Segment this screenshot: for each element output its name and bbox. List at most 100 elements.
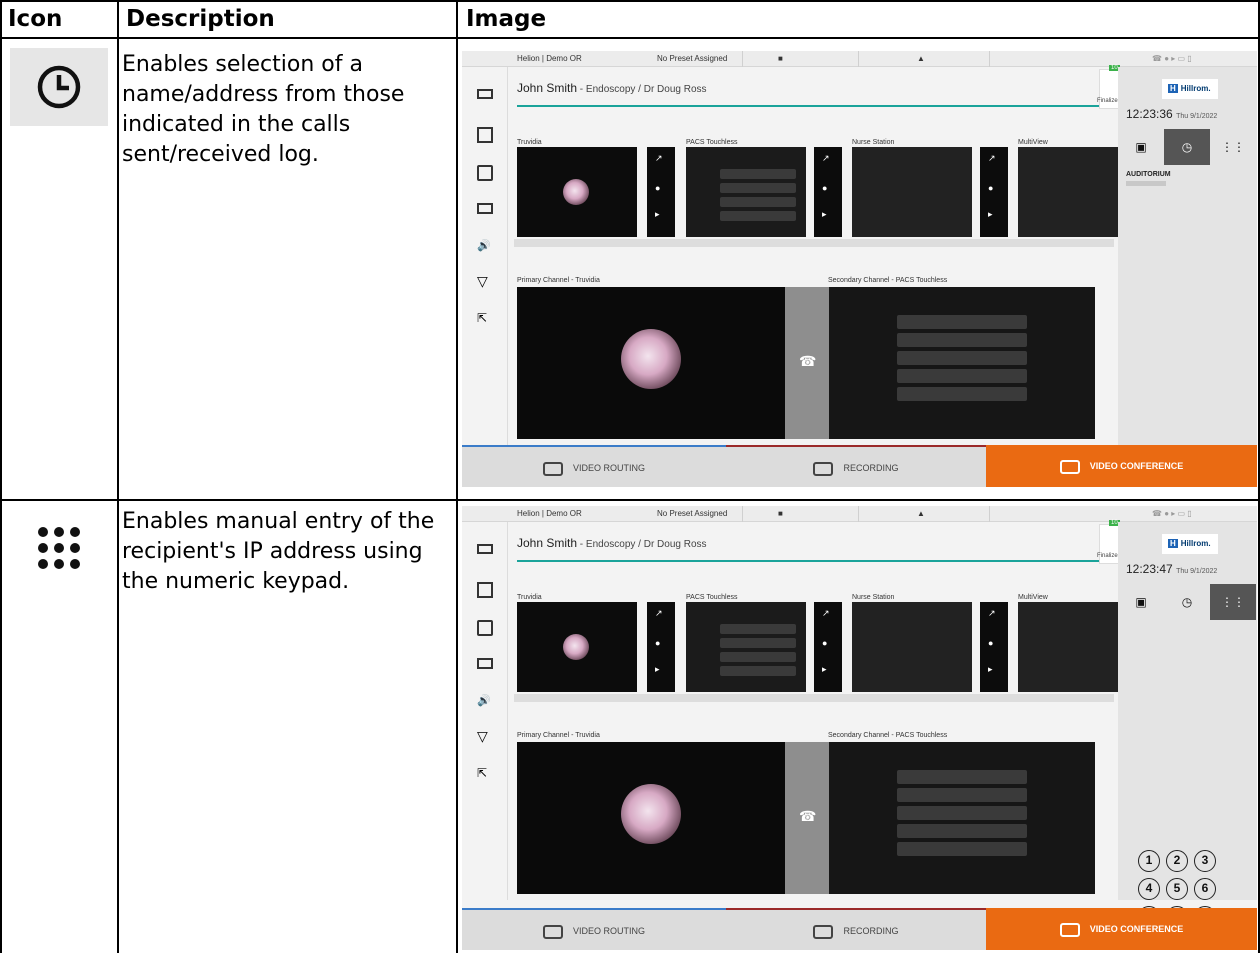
bottom-tab-bar: VIDEO ROUTING RECORDING VIDEO CONFERENCE: [462, 908, 1257, 950]
video-routing-tab[interactable]: VIDEO ROUTING: [462, 445, 726, 487]
call-log-entry[interactable]: AUDITORIUM: [1126, 171, 1171, 178]
key-5[interactable]: 5: [1166, 878, 1188, 900]
patient-header: John Smith - Endoscopy / Dr Doug Ross: [517, 536, 707, 550]
call-log-tab[interactable]: ◷: [1164, 584, 1210, 620]
video-routing-tab[interactable]: VIDEO ROUTING: [462, 908, 726, 950]
screenshot-keypad: Helion | Demo OR No Preset Assigned ■ ▲ …: [462, 506, 1257, 950]
status-icons: ☎ ● ▸ ▭ ▯: [1152, 54, 1192, 63]
recording-tab[interactable]: RECORDING: [726, 908, 986, 950]
primary-channel-view[interactable]: [517, 742, 785, 894]
source-controls[interactable]: ↗ ● ▸: [814, 602, 842, 692]
key-2[interactable]: 2: [1166, 850, 1188, 872]
table-row-divider: [0, 499, 1260, 501]
fullscreen-icon[interactable]: ⇱: [477, 766, 493, 782]
call-divider: ☎: [785, 742, 829, 894]
call-log-tab[interactable]: ◷: [1164, 129, 1210, 165]
checklist-icon[interactable]: [477, 582, 493, 598]
source-thumb[interactable]: [1018, 602, 1118, 692]
checklist-icon[interactable]: [477, 127, 493, 143]
source-controls[interactable]: ↗ ● ▸: [980, 602, 1008, 692]
source-controls[interactable]: ↗ ● ▸: [814, 147, 842, 237]
source-thumb[interactable]: [852, 602, 972, 692]
patient-divider: [517, 560, 1115, 562]
left-toolbar: 🔊 ▽ ⇱: [462, 67, 508, 445]
key-1[interactable]: 1: [1138, 850, 1160, 872]
video-conference-tab[interactable]: VIDEO CONFERENCE: [986, 445, 1257, 487]
speaker-icon[interactable]: 🔊: [477, 694, 493, 710]
source-label: Nurse Station: [852, 594, 895, 601]
source-label: PACS Touchless: [686, 594, 738, 601]
source-label: Truvidia: [517, 594, 542, 601]
secondary-channel-label: Secondary Channel - PACS Touchless: [828, 732, 948, 739]
source-label: Nurse Station: [852, 139, 895, 146]
phone-icon[interactable]: ☎: [799, 353, 816, 370]
source-scroll-strip[interactable]: [514, 694, 1114, 702]
source-controls[interactable]: ↗ ● ▸: [647, 602, 675, 692]
clock-icon: [37, 65, 81, 109]
location-label: Helion | Demo OR: [517, 509, 582, 518]
key-6[interactable]: 6: [1194, 878, 1216, 900]
source-label: MultiView: [1018, 594, 1048, 601]
source-thumb[interactable]: [686, 602, 806, 692]
preset-label: No Preset Assigned: [657, 509, 728, 518]
bottom-tab-bar: VIDEO ROUTING RECORDING VIDEO CONFERENCE: [462, 445, 1257, 487]
conference-panel: H Hillrom. 12:23:36 Thu 9/1/2022 ▣ ◷ ⋮⋮ A…: [1118, 67, 1257, 445]
lighting-icon[interactable]: ▽: [477, 728, 493, 744]
screenshot-call-log: Helion | Demo OR No Preset Assigned ■ ▲ …: [462, 51, 1257, 487]
patient-card-icon[interactable]: [477, 544, 493, 554]
speaker-icon[interactable]: 🔊: [477, 239, 493, 255]
table-header-divider: [0, 37, 1260, 39]
secondary-channel-view[interactable]: [829, 742, 1095, 894]
source-thumb[interactable]: [517, 602, 637, 692]
source-thumb[interactable]: [686, 147, 806, 237]
conference-tabs: ▣ ◷ ⋮⋮: [1118, 129, 1257, 165]
display-icon[interactable]: [477, 658, 493, 669]
source-controls[interactable]: ↗ ● ▸: [980, 147, 1008, 237]
display-icon[interactable]: [477, 203, 493, 214]
primary-channel-label: Primary Channel - Truvidia: [517, 732, 600, 739]
key-3[interactable]: 3: [1194, 850, 1216, 872]
contacts-tab[interactable]: ▣: [1118, 584, 1164, 620]
primary-channel-view[interactable]: [517, 287, 785, 439]
phone-icon[interactable]: ☎: [799, 808, 816, 825]
keypad-dots-icon: [38, 527, 80, 569]
header-icon: Icon: [8, 6, 63, 32]
source-thumb[interactable]: [517, 147, 637, 237]
patient-card-icon[interactable]: [477, 89, 493, 99]
recording-tab[interactable]: RECORDING: [726, 445, 986, 487]
row1-icon-cell: [10, 48, 108, 126]
lighting-icon[interactable]: ▽: [477, 273, 493, 289]
surgeon-icon: ▲: [917, 54, 925, 63]
source-thumb[interactable]: [1018, 147, 1118, 237]
keypad-tab[interactable]: ⋮⋮: [1210, 584, 1256, 620]
status-bar: Helion | Demo OR No Preset Assigned ■ ▲ …: [462, 506, 1257, 522]
keypad-tab[interactable]: ⋮⋮: [1210, 129, 1256, 165]
row2-description: Enables manual entry of the recipient's …: [122, 509, 435, 594]
lock-icon: ■: [778, 54, 783, 63]
source-thumb[interactable]: [852, 147, 972, 237]
preset-label: No Preset Assigned: [657, 54, 728, 63]
status-icons: ☎ ● ▸ ▭ ▯: [1152, 509, 1192, 518]
fullscreen-icon[interactable]: ⇱: [477, 311, 493, 327]
source-controls[interactable]: ↗ ● ▸: [647, 147, 675, 237]
source-label: MultiView: [1018, 139, 1048, 146]
key-4[interactable]: 4: [1138, 878, 1160, 900]
routing-icon[interactable]: [477, 165, 493, 181]
table-border-top: [0, 0, 1260, 2]
table-col-divider-1: [117, 0, 119, 953]
row1-description: Enables selection of a name/address from…: [122, 52, 405, 167]
left-toolbar: 🔊 ▽ ⇱: [462, 522, 508, 900]
conference-panel: H Hillrom. 12:23:47 Thu 9/1/2022 ▣ ◷ ⋮⋮: [1118, 522, 1257, 900]
lock-icon: ■: [778, 509, 783, 518]
source-scroll-strip[interactable]: [514, 239, 1114, 247]
call-divider: ☎: [785, 287, 829, 439]
clock-readout: 12:23:47 Thu 9/1/2022: [1126, 562, 1218, 576]
contacts-tab[interactable]: ▣: [1118, 129, 1164, 165]
brand-logo: H Hillrom.: [1162, 79, 1218, 99]
secondary-channel-view[interactable]: [829, 287, 1095, 439]
primary-channel-label: Primary Channel - Truvidia: [517, 277, 600, 284]
video-conference-tab[interactable]: VIDEO CONFERENCE: [986, 908, 1257, 950]
routing-icon[interactable]: [477, 620, 493, 636]
location-label: Helion | Demo OR: [517, 54, 582, 63]
conference-tabs: ▣ ◷ ⋮⋮: [1118, 584, 1257, 620]
